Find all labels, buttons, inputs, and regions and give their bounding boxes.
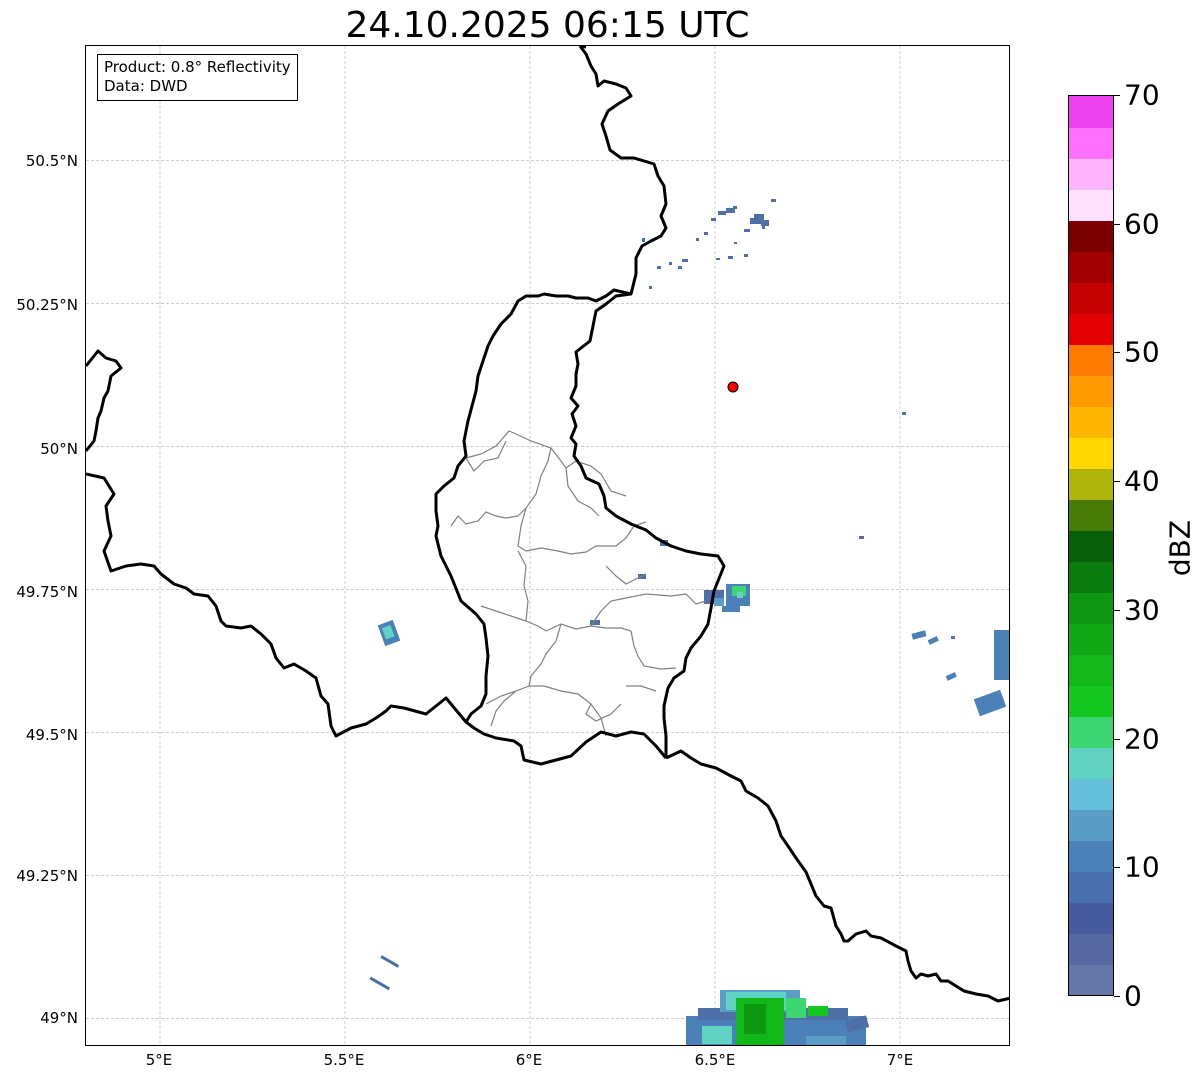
y-tick-label: 49.25°N (16, 867, 78, 885)
colorbar-segment (1069, 220, 1113, 252)
colorbar-segment (1069, 561, 1113, 593)
colorbar-segment (1069, 313, 1113, 345)
y-tick-label: 50°N (40, 440, 78, 458)
colorbar-segment (1069, 158, 1113, 190)
y-tick-label: 49.5°N (25, 726, 78, 744)
colorbar-segment (1069, 685, 1113, 717)
colorbar-tick-label: 70 (1124, 78, 1160, 112)
colorbar-segment (1069, 654, 1113, 686)
x-tick-label: 7°E (886, 1051, 914, 1069)
colorbar-title: dBZ (1163, 519, 1197, 577)
colorbar-segment (1069, 902, 1113, 934)
colorbar-segment (1069, 747, 1113, 779)
colorbar-segment (1069, 499, 1113, 531)
colorbar-segment (1069, 344, 1113, 376)
echo-cluster-west (377, 619, 401, 647)
colorbar-segment (1069, 189, 1113, 221)
colorbar-tick (1114, 481, 1120, 482)
colorbar-segment (1069, 933, 1113, 965)
y-tick-label: 49°N (40, 1009, 78, 1027)
colorbar-tick (1114, 352, 1120, 353)
echo-cluster-southwest (369, 955, 400, 991)
colorbar-tick (1114, 739, 1120, 740)
radar-echoes (369, 199, 1009, 1045)
colorbar-segment (1069, 282, 1113, 314)
colorbar-segment (1069, 623, 1113, 655)
colorbar-tick-label: 40 (1124, 464, 1160, 498)
colorbar-tick-label: 0 (1124, 979, 1142, 1013)
echo-cluster-north (642, 199, 906, 539)
colorbar-segment (1069, 96, 1113, 128)
data-source-label: Data: DWD (104, 77, 188, 95)
x-tick-label: 5.5°E (323, 1051, 365, 1069)
product-label: Product: 0.8° Reflectivity (104, 58, 291, 76)
colorbar-segment (1069, 871, 1113, 903)
radar-map[interactable] (85, 45, 1010, 1046)
colorbar-segment (1069, 592, 1113, 624)
colorbar-tick-label: 20 (1124, 722, 1160, 756)
map-canvas (86, 46, 1009, 1045)
chart-title: 24.10.2025 06:15 UTC (345, 5, 750, 46)
colorbar-tick (1114, 996, 1120, 997)
colorbar-tick-label: 30 (1124, 593, 1160, 627)
y-tick-label: 49.75°N (16, 583, 78, 601)
colorbar-segment (1069, 127, 1113, 159)
colorbar-tick (1114, 610, 1120, 611)
gridlines (86, 46, 1009, 1045)
colorbar-segment (1069, 809, 1113, 841)
product-info-box: Product: 0.8° Reflectivity Data: DWD (97, 54, 298, 101)
colorbar-segment (1069, 251, 1113, 283)
y-tick-label: 50.5°N (25, 152, 78, 170)
colorbar-segment (1069, 468, 1113, 500)
colorbar-tick-label: 10 (1124, 850, 1160, 884)
echo-cluster-east (590, 540, 750, 625)
y-tick-label: 50.25°N (16, 296, 78, 314)
echo-cluster-south (686, 990, 870, 1045)
echo-cluster-right (911, 630, 1009, 717)
colorbar-segment (1069, 716, 1113, 748)
colorbar-segment (1069, 406, 1113, 438)
country-borders (86, 46, 1009, 1003)
x-tick-label: 5°E (145, 1051, 173, 1069)
radar-site-marker[interactable] (727, 381, 739, 393)
colorbar-tick (1114, 224, 1120, 225)
colorbar (1068, 95, 1114, 996)
colorbar-tick (1114, 867, 1120, 868)
colorbar-segment (1069, 778, 1113, 810)
x-tick-label: 6°E (515, 1051, 543, 1069)
colorbar-segment (1069, 437, 1113, 469)
colorbar-segment (1069, 375, 1113, 407)
x-tick-label: 6.5°E (694, 1051, 736, 1069)
colorbar-tick (1114, 95, 1120, 96)
colorbar-segment (1069, 840, 1113, 872)
colorbar-tick-label: 60 (1124, 207, 1160, 241)
colorbar-segment (1069, 530, 1113, 562)
colorbar-tick-label: 50 (1124, 335, 1160, 369)
colorbar-segment (1069, 964, 1113, 995)
